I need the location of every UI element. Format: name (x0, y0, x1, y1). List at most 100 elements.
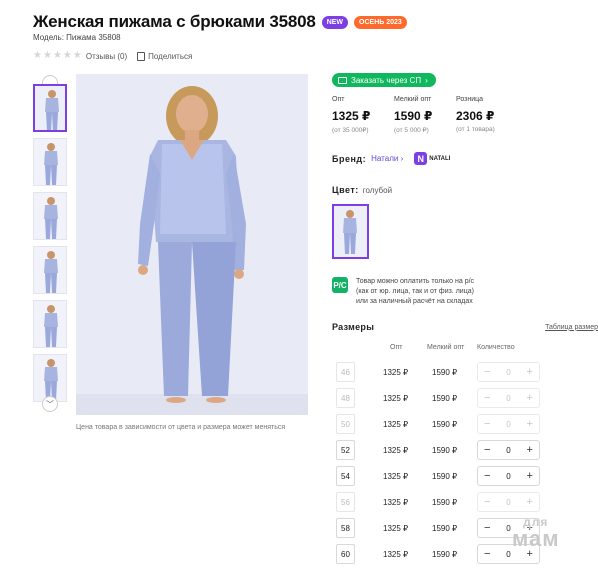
size-price-opt: 1325 ₽ (383, 420, 409, 429)
price-variation-note: Цена товара в зависимости от цвета и раз… (76, 424, 286, 431)
price-value: 2306 ₽ (456, 109, 495, 123)
payment-line: Товар можно оплатить только на р/с (356, 278, 475, 285)
size-price-opt: 1325 ₽ (383, 368, 409, 377)
payment-note: Р/С Товар можно оплатить только на р/с (… (332, 277, 474, 307)
size-chip: 56 (336, 492, 355, 512)
watermark-line: мам (512, 526, 560, 551)
size-table-link[interactable]: Таблица размер (545, 324, 598, 331)
quantity-value: 0 (506, 497, 511, 507)
product-title: Женская пижама с брюками 35808 (33, 12, 316, 31)
size-price-small-wholesale: 1590 ₽ (432, 498, 458, 507)
size-price-small-wholesale: 1590 ₽ (432, 550, 458, 559)
brand-name: Натали (371, 154, 399, 163)
size-chip[interactable]: 60 (336, 544, 355, 564)
quantity-stepper: − 0 + (477, 362, 540, 382)
price-opt: Опт 1325 ₽ (от 35 000₽) (332, 96, 394, 134)
sizes-title: Размеры (332, 322, 375, 332)
color-swatch-selected[interactable] (332, 204, 369, 259)
size-row: 50 1325 ₽ 1590 ₽ − 0 + (332, 414, 598, 434)
quantity-value[interactable]: 0 (506, 550, 510, 559)
thumbnail[interactable] (33, 138, 67, 186)
plus-icon: + (526, 495, 533, 508)
rating-row: ★ ★ ★ ★ ★ Отзывы (0) Поделиться (33, 51, 192, 61)
pajama-figure (35, 86, 65, 130)
plus-icon[interactable]: + (527, 470, 533, 482)
thumbnail[interactable] (33, 246, 67, 294)
order-sp-label: Заказать через СП (351, 75, 422, 85)
size-chip: 46 (336, 362, 355, 382)
price-value: 1590 ₽ (394, 109, 433, 123)
price-label: Мелкий опт (394, 96, 432, 103)
size-price-small-wholesale: 1590 ₽ (432, 368, 458, 377)
pajama-figure (34, 301, 66, 347)
main-product-photo[interactable] (76, 74, 308, 415)
quantity-stepper[interactable]: − 0 + (477, 466, 540, 486)
brand-link[interactable]: Натали › (371, 154, 403, 163)
size-price-opt: 1325 ₽ (383, 498, 409, 507)
star-icon: ★ (72, 50, 82, 61)
star-icon: ★ (42, 50, 52, 61)
new-badge: NEW (321, 15, 349, 29)
quantity-stepper: − 0 + (477, 414, 540, 434)
size-price-opt: 1325 ₽ (383, 394, 409, 403)
quantity-value[interactable]: 0 (506, 472, 510, 481)
plus-icon[interactable]: + (527, 444, 533, 456)
size-price-small-wholesale: 1590 ₽ (432, 394, 458, 403)
minus-icon[interactable]: − (484, 548, 490, 560)
size-row: 46 1325 ₽ 1590 ₽ − 0 + (332, 362, 598, 382)
brand-logo[interactable]: N NATALI (414, 152, 450, 165)
size-chip[interactable]: 58 (336, 518, 355, 538)
pajama-figure (34, 193, 66, 239)
size-row: 48 1325 ₽ 1590 ₽ − 0 + (332, 388, 598, 408)
quantity-value[interactable]: 0 (506, 446, 510, 455)
size-price-opt: 1325 ₽ (383, 550, 409, 559)
size-price-small-wholesale: 1590 ₽ (432, 472, 458, 481)
quantity-value: 0 (506, 367, 511, 377)
minus-icon[interactable]: − (484, 522, 490, 534)
minus-icon[interactable]: − (484, 444, 490, 456)
pajama-figure (34, 355, 66, 401)
chevron-right-icon: › (425, 75, 428, 85)
reviews-link[interactable]: Отзывы (0) (86, 52, 127, 61)
order-sp-button[interactable]: Заказать через СП › (332, 73, 436, 87)
minus-icon[interactable]: − (484, 470, 490, 482)
sizes-header: Размеры Таблица размер (332, 322, 598, 332)
quantity-value[interactable]: 0 (506, 524, 510, 533)
price-block: Опт 1325 ₽ (от 35 000₽) Мелкий опт 1590 … (332, 96, 518, 134)
quantity-stepper: − 0 + (477, 388, 540, 408)
thumbnail[interactable] (33, 84, 67, 132)
minus-icon: − (484, 495, 491, 508)
thumbnail[interactable] (33, 300, 67, 348)
share-button[interactable]: Поделиться (137, 51, 192, 61)
price-small-wholesale: Мелкий опт 1590 ₽ (от 5 000 ₽) (394, 96, 456, 134)
pajama-figure (334, 206, 367, 257)
thumbnail[interactable] (33, 192, 67, 240)
size-chip: 50 (336, 414, 355, 434)
payment-text: Товар можно оплатить только на р/с (как … (356, 277, 474, 307)
plus-icon: + (526, 417, 533, 430)
col-head-small-wholesale: Мелкий опт (427, 344, 465, 351)
payment-line: или за наличный расчёт на складах (356, 298, 473, 305)
star-icon: ★ (62, 50, 72, 61)
bank-transfer-icon: Р/С (332, 277, 348, 293)
price-retail: Розница 2306 ₽ (от 1 товара) (456, 96, 518, 134)
thumbnail[interactable] (33, 354, 67, 402)
payment-line: (как от юр. лица, так и от физ. лица) (356, 288, 474, 295)
size-chip[interactable]: 54 (336, 466, 355, 486)
col-head-quantity: Количество (477, 344, 515, 351)
color-value: голубой (362, 185, 393, 195)
star-icon: ★ (33, 50, 42, 61)
col-head-opt: Опт (390, 344, 403, 351)
quantity-stepper: − 0 + (477, 492, 540, 512)
thumbs-down-button[interactable]: ﹀ (42, 396, 58, 412)
product-model: Модель: Пижама 35808 (33, 33, 121, 42)
size-chip[interactable]: 52 (336, 440, 355, 460)
size-price-small-wholesale: 1590 ₽ (432, 524, 458, 533)
cart-icon (338, 76, 347, 84)
quantity-stepper[interactable]: − 0 + (477, 440, 540, 460)
color-label: Цвет: (332, 185, 359, 195)
chevron-down-icon: ﹀ (46, 399, 54, 409)
plus-icon: + (526, 365, 533, 378)
rating-stars[interactable]: ★ ★ ★ ★ ★ (33, 51, 82, 61)
price-label: Опт (332, 96, 345, 103)
